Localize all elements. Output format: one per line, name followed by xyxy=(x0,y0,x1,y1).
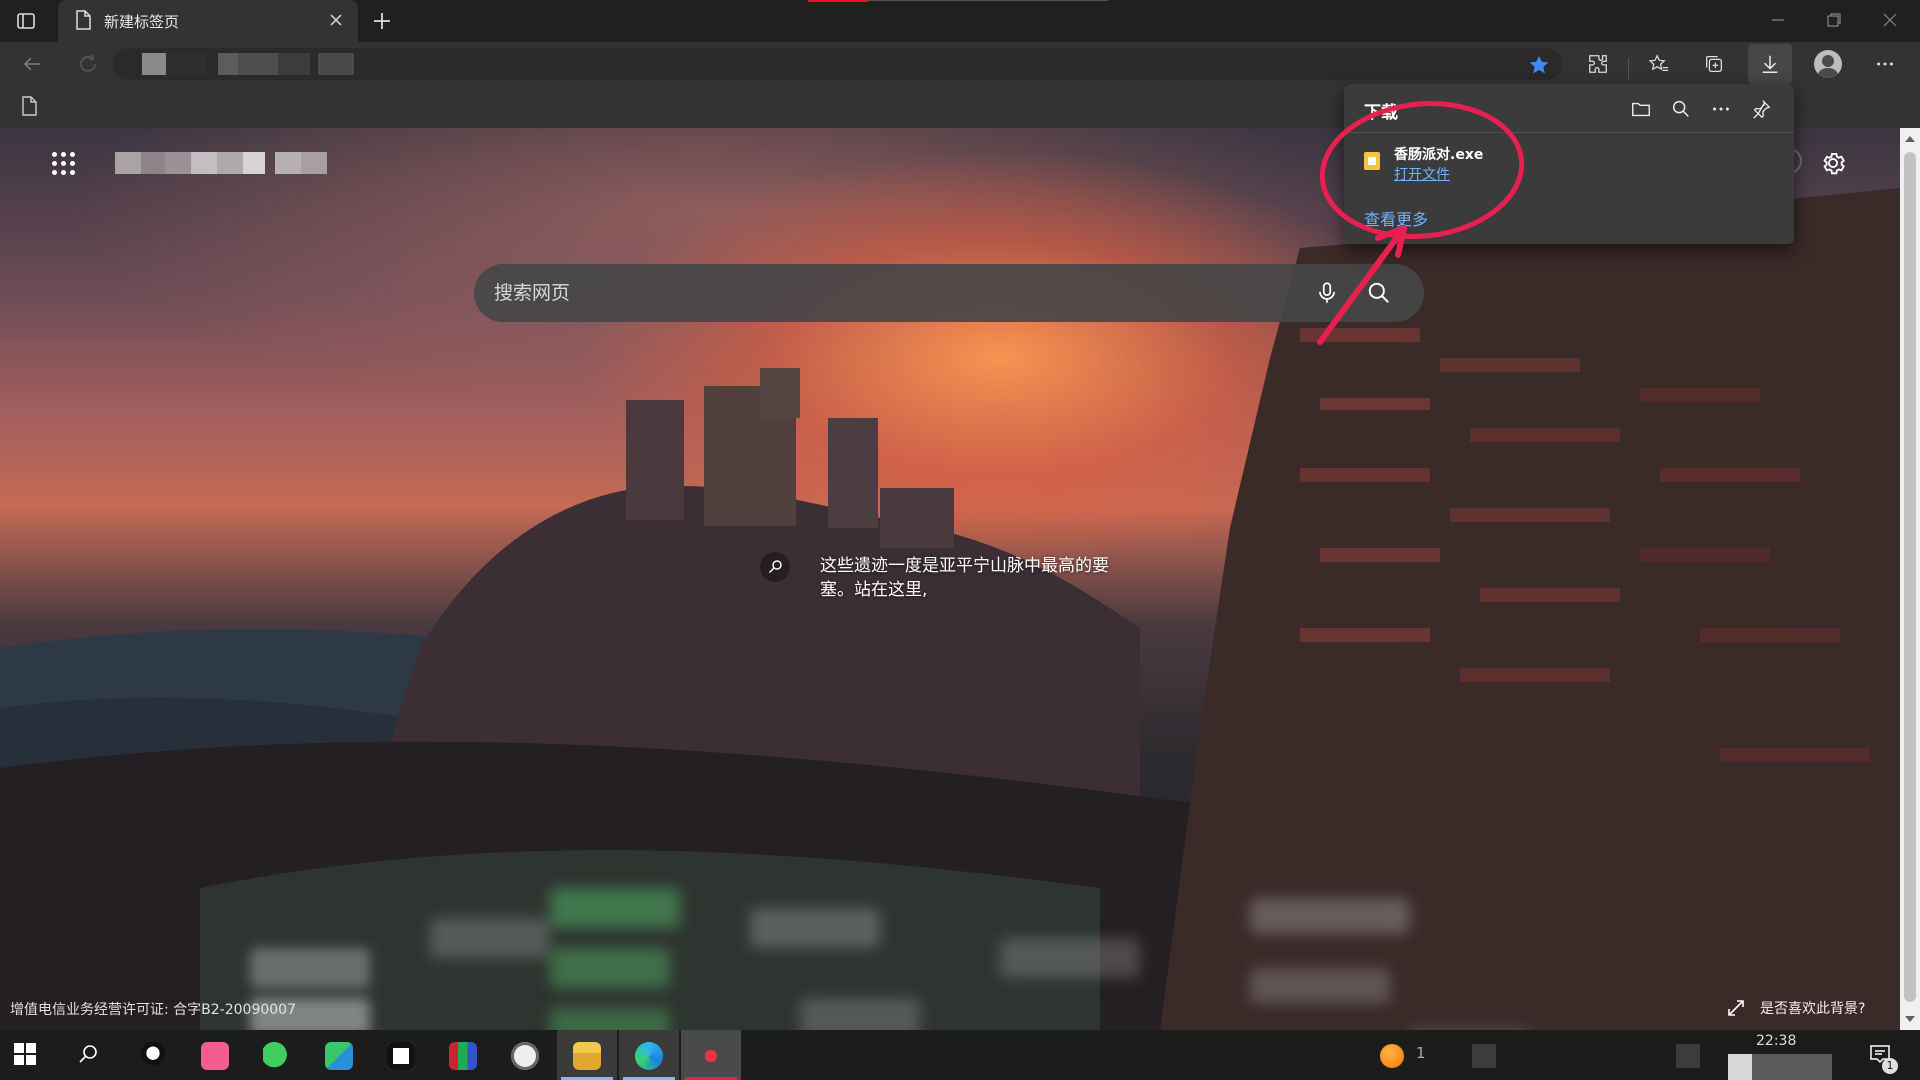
voice-search-mic-icon[interactable] xyxy=(1314,280,1340,306)
favorites-icon[interactable] xyxy=(1648,53,1670,75)
tab-close-icon[interactable] xyxy=(328,12,344,28)
new-tab-page: 这些遗迹一度是亚平宁山脉中最高的要塞。站在这里, 增值电信业务经营许可证: 合字… xyxy=(0,128,1900,1030)
scrollbar-thumb[interactable] xyxy=(1904,152,1916,1002)
tray-redacted-block xyxy=(1752,1054,1832,1080)
tab-actions-menu-icon[interactable] xyxy=(14,9,38,33)
icp-license-text[interactable]: 增值电信业务经营许可证: 合字B2-20090007 xyxy=(10,999,296,1019)
loading-indicator xyxy=(808,0,868,2)
apps-launcher-icon[interactable] xyxy=(52,152,76,176)
caption-text: 这些遗迹一度是亚平宁山脉中最高的要塞。站在这里, xyxy=(820,556,1109,600)
downloads-more-options-icon[interactable] xyxy=(1710,98,1732,120)
taskbar-search-icon[interactable] xyxy=(76,1042,100,1066)
fullscreen-expand-icon[interactable] xyxy=(1726,998,1746,1018)
app-green-icon[interactable] xyxy=(309,1030,369,1080)
favorites-page-icon[interactable] xyxy=(20,96,38,116)
edge-icon[interactable] xyxy=(619,1030,679,1080)
downloads-panel: 下载 香肠派对.exe 打开文件 查看更多 xyxy=(1344,84,1794,244)
tab-new-tab[interactable]: 新建标签页 xyxy=(58,0,358,42)
file-explorer-icon[interactable] xyxy=(557,1030,617,1080)
favorite-star-icon[interactable] xyxy=(1528,54,1550,76)
toolbar xyxy=(0,42,1920,86)
open-file-link[interactable]: 打开文件 xyxy=(1394,164,1450,184)
tray-redacted-block xyxy=(1676,1044,1700,1068)
windows-taskbar: 1 22:38 1 xyxy=(0,1030,1920,1080)
collections-icon[interactable] xyxy=(1703,53,1725,75)
tab-title: 新建标签页 xyxy=(104,13,180,31)
downloads-title: 下载 xyxy=(1364,103,1398,123)
bilibili-icon[interactable] xyxy=(185,1030,245,1080)
scroll-down-arrow-icon[interactable] xyxy=(1905,1016,1915,1022)
windows-start-icon[interactable] xyxy=(14,1043,36,1065)
tray-count: 1 xyxy=(1416,1044,1426,1062)
panel-divider xyxy=(1344,132,1794,133)
download-icon xyxy=(1762,55,1778,73)
download-filename: 香肠派对.exe xyxy=(1394,147,1484,163)
address-redacted-block xyxy=(142,53,166,75)
refresh-button[interactable] xyxy=(76,52,100,76)
search-input[interactable] xyxy=(494,278,1274,308)
exe-file-icon xyxy=(1364,152,1380,170)
restore-button[interactable] xyxy=(1822,8,1846,32)
image-search-icon[interactable] xyxy=(760,552,790,582)
page-scrollbar[interactable] xyxy=(1900,128,1920,1030)
minimize-button[interactable] xyxy=(1766,8,1790,32)
profile-avatar[interactable] xyxy=(1814,50,1842,78)
clock-app-icon[interactable] xyxy=(495,1030,555,1080)
loading-track xyxy=(868,0,1108,1)
page-icon xyxy=(74,10,92,30)
address-redacted-block xyxy=(278,53,310,75)
qq-icon[interactable] xyxy=(123,1030,183,1080)
close-window-button[interactable] xyxy=(1878,8,1902,32)
address-redacted-block xyxy=(166,53,206,75)
wechat-icon[interactable] xyxy=(247,1030,307,1080)
search-button-icon[interactable] xyxy=(1366,280,1392,306)
address-redacted-block xyxy=(218,53,238,75)
more-menu-icon[interactable] xyxy=(1874,53,1896,75)
page-settings-gear-icon[interactable] xyxy=(1819,149,1847,177)
see-more-link[interactable]: 查看更多 xyxy=(1364,206,1428,230)
title-bar: 新建标签页 xyxy=(0,0,1920,42)
address-redacted-block xyxy=(238,53,278,75)
like-background-prompt[interactable]: 是否喜欢此背景? xyxy=(1760,998,1865,1018)
toolbar-separator xyxy=(1628,58,1629,80)
winrar-icon[interactable] xyxy=(433,1030,493,1080)
address-redacted-block xyxy=(318,53,354,75)
back-button[interactable] xyxy=(20,52,44,76)
tray-orange-app-icon[interactable] xyxy=(1380,1044,1404,1068)
web-search-box[interactable] xyxy=(474,264,1424,322)
capcut-icon[interactable] xyxy=(371,1030,431,1080)
open-downloads-folder-icon[interactable] xyxy=(1630,98,1652,120)
taskbar-clock[interactable]: 22:38 xyxy=(1756,1033,1796,1049)
recording-app-icon[interactable] xyxy=(681,1030,741,1080)
search-downloads-icon[interactable] xyxy=(1670,98,1692,120)
new-tab-button[interactable] xyxy=(370,9,394,33)
notification-count-badge: 1 xyxy=(1882,1058,1898,1074)
scroll-up-arrow-icon[interactable] xyxy=(1905,136,1915,142)
pin-downloads-icon[interactable] xyxy=(1750,98,1772,120)
downloads-button[interactable] xyxy=(1748,44,1792,84)
tray-redacted-block xyxy=(1728,1054,1752,1080)
extensions-icon[interactable] xyxy=(1587,53,1609,75)
address-bar[interactable] xyxy=(112,48,1562,80)
tray-redacted-block xyxy=(1472,1044,1496,1068)
